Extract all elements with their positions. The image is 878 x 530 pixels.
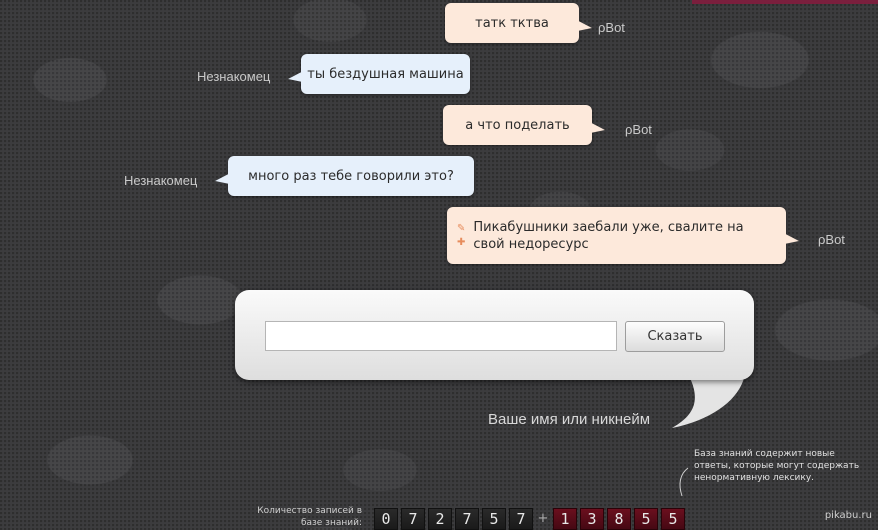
note-connector-line [679,467,689,497]
records-count-label: Количество записей в базе знаний: [257,506,362,528]
say-button[interactable]: Сказать [625,321,725,352]
knowledge-base-note: База знаний содержит новые ответы, котор… [694,449,860,483]
name-hint: Ваше имя или никнейм [488,411,651,428]
input-panel: Сказать [235,290,754,380]
watermark: pikabu.ru [824,510,872,521]
message-input[interactable] [265,321,617,351]
